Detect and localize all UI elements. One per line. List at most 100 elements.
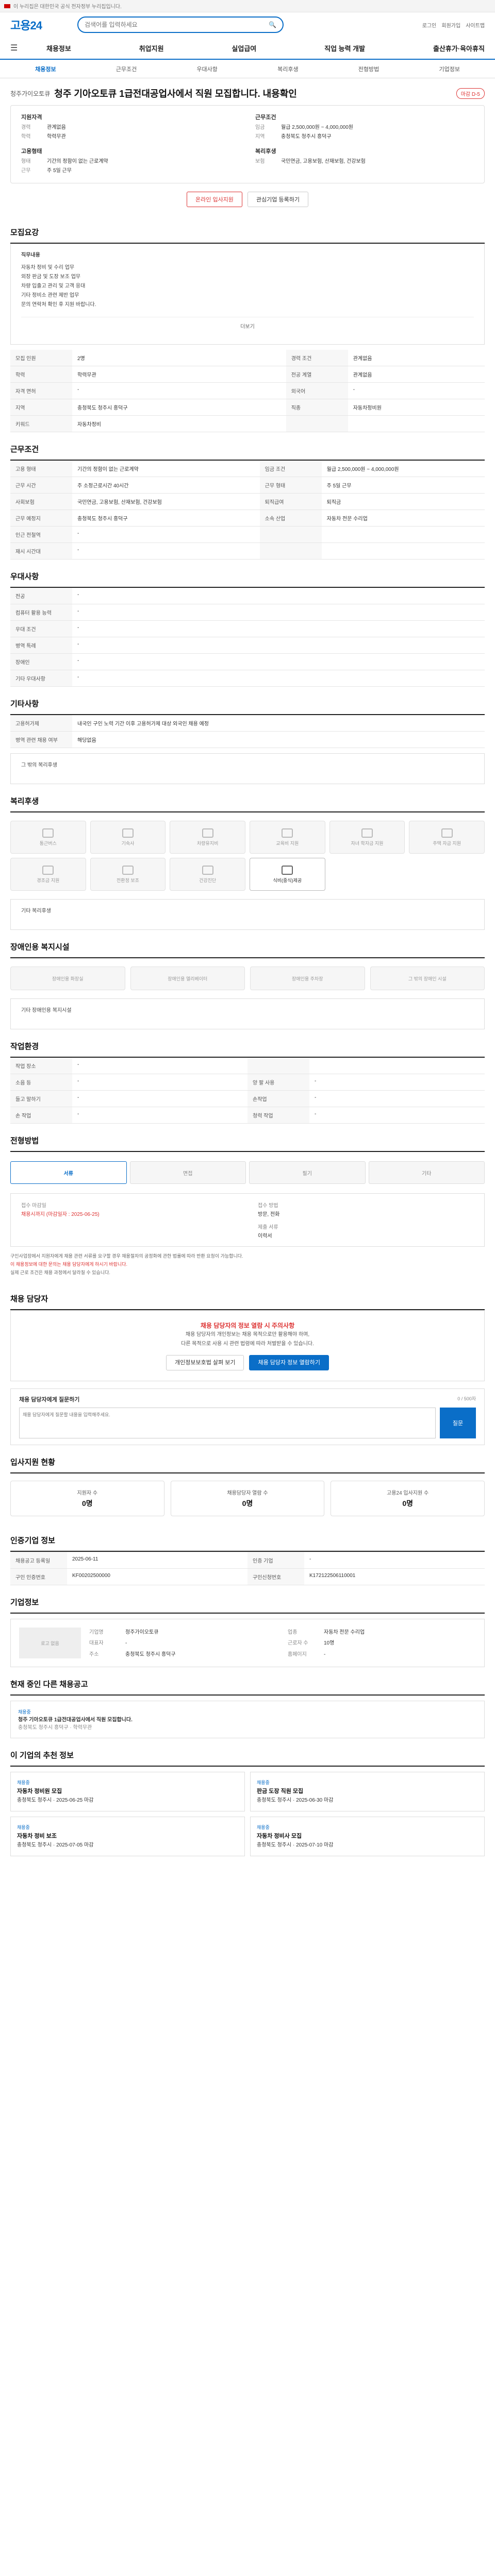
interest-button[interactable]: 관심기업 등록하기 [247, 192, 308, 207]
similar-job-card[interactable]: 채용중 자동차 정비사 모집 충청북도 청주시 · 2025-07-10 마감 [250, 1817, 485, 1856]
table-header-cell: 임금 조건 [259, 461, 322, 477]
recruit-line: 자동차 정비 및 수리 업무 [21, 265, 75, 270]
table-header-cell: 병역 특례 [10, 637, 72, 654]
stat-label: 지원자 수 [77, 1490, 98, 1496]
apply-deadline: 채용시까지 (마감일자 : 2025-06-25) [21, 1212, 100, 1217]
site-logo[interactable]: 고용24 [10, 16, 72, 33]
search-input[interactable] [85, 21, 269, 28]
table-header-cell: 인근 전철역 [10, 526, 72, 543]
stat-card: 고용24 입사지원 수 0명 [331, 1481, 485, 1516]
similar-job-meta: 충청북도 청주시 · 2025-07-10 마감 [257, 1842, 334, 1848]
summary-value: 관계없음 [47, 125, 66, 130]
section-status-title: 입사지원 현황 [10, 1445, 485, 1473]
privacy-law-button[interactable]: 개인정보보호법 살펴 보기 [166, 1355, 244, 1370]
other-job-tag: 채용중 [18, 1709, 31, 1715]
reg-value: - [309, 1556, 311, 1562]
table-cell [348, 415, 485, 432]
similar-job-tag: 채용중 [17, 1780, 30, 1785]
section-contact-title: 채용 담당자 [10, 1282, 485, 1310]
search-icon[interactable]: 🔍 [269, 21, 276, 28]
disability-note: 기타 장애인용 복지시설 [21, 1008, 72, 1013]
table-header-cell: 고용허가제 [10, 715, 72, 732]
more-button[interactable]: 더보기 [21, 317, 474, 337]
table-header-cell [259, 526, 322, 543]
table-header-cell: 전공 계열 [286, 366, 348, 383]
recruit-content-title: 직무내용 [21, 252, 40, 258]
tab-method[interactable]: 전형방법 [328, 65, 409, 73]
table-row: 모집 인원 2명 경력 조건 관계없음 [10, 350, 485, 366]
gov-notice-text: 이 누리집은 대한민국 공식 전자정부 누리집입니다. [13, 4, 122, 10]
table-header-cell: 소속 산업 [259, 510, 322, 527]
table-row: 고용 형태 기간의 정함이 없는 근로계약 임금 조건 월급 2,500,000원 ~… [10, 461, 485, 477]
similar-job-card[interactable]: 채용중 자동차 정비 보조 충청북도 청주시 · 2025-07-05 마감 [10, 1817, 245, 1856]
recruit-line: 문의 연락처 확인 후 지원 바랍니다. [21, 302, 96, 308]
gnb-item[interactable]: 직업 능력 개발 [324, 43, 365, 53]
table-header-cell: 양 팔 사용 [248, 1074, 309, 1091]
summary-key: 근무 [21, 168, 31, 174]
gnb-item[interactable]: 취업지원 [139, 43, 164, 53]
summary-value: 주 5일 근무 [47, 168, 72, 174]
table-row: 전공 - [10, 588, 485, 604]
table-header-cell: 우대 조건 [10, 620, 72, 637]
stat-value: 0명 [402, 1499, 413, 1507]
table-cell: 월급 2,500,000원 ~ 4,000,000원 [321, 461, 485, 477]
gov-notice-bar: 이 누리집은 대한민국 공식 전자정부 누리집입니다. [0, 0, 495, 12]
table-cell: 주 5일 근무 [321, 477, 485, 494]
company-key: 기업명 [89, 1630, 104, 1635]
gnb-item[interactable]: 실업급여 [232, 43, 256, 53]
table-header-cell: 재시 시간대 [10, 543, 72, 560]
question-send-button[interactable]: 질문 [440, 1408, 476, 1438]
similar-job-card[interactable]: 채용중 판금 도장 직원 모집 충청북도 청주시 · 2025-06-30 마감 [250, 1772, 485, 1811]
similar-job-card[interactable]: 채용중 자동차 정비원 모집 충청북도 청주시 · 2025-06-25 마감 [10, 1772, 245, 1811]
apply-key: 접수 마감일 [21, 1203, 46, 1209]
table-header-cell: 학력 [10, 366, 72, 383]
tab-pref[interactable]: 우대사항 [167, 65, 248, 73]
signup-link[interactable]: 회원가입 [441, 21, 460, 29]
table-cell: - [72, 526, 260, 543]
view-contact-button[interactable]: 채용 담당자 정보 열람하기 [249, 1355, 329, 1370]
summary-key: 학력 [21, 134, 31, 140]
reg-value: 2025-06-11 [72, 1556, 98, 1562]
sitemap-link[interactable]: 사이트맵 [466, 21, 485, 29]
tab-welfare[interactable]: 복리후생 [248, 65, 328, 73]
table-cell: 자동차정비원 [348, 399, 485, 416]
question-input[interactable] [19, 1408, 436, 1438]
summary-heading: 고용형태 [21, 148, 42, 155]
login-link[interactable]: 로그인 [422, 21, 437, 29]
table-header-cell: 들고 말하기 [10, 1090, 72, 1107]
welfare-item: 통근버스 [10, 821, 86, 854]
menu-icon[interactable]: ☰ [10, 43, 26, 53]
job-title-row: 청주가이오토큐 청주 기아오토큐 1급전대공업사에서 직원 모집합니다. 내용확… [10, 78, 485, 105]
stat-value: 0명 [81, 1499, 93, 1507]
section-work-title: 근무조건 [10, 432, 485, 461]
tab-corp[interactable]: 기업정보 [409, 65, 490, 73]
summary-corp: 고용형태 형태 기간의 정함이 없는 근로계약 근무 주 5일 근무 [21, 147, 240, 176]
online-apply-button[interactable]: 온라인 입사지원 [187, 192, 242, 207]
table-header-cell: 모집 인원 [10, 350, 72, 366]
table-cell: - [309, 1107, 485, 1124]
table-cell: 충청북도 청주시 흥덕구 [72, 510, 260, 527]
section-corp-title: 기업정보 [10, 1585, 485, 1614]
reg-cell: 구인신청번호 K172122506110001 [248, 1569, 485, 1585]
tab-recruit[interactable]: 채용정보 [5, 65, 86, 73]
table-header-cell: 근무 예정지 [10, 510, 72, 527]
gnb-item[interactable]: 출산휴가·육아휴직 [433, 43, 485, 53]
method-step: 필기 [249, 1161, 366, 1184]
util-links: 로그인 회원가입 사이트맵 [422, 21, 485, 29]
other-job[interactable]: 채용중 청주 기아오토큐 1급전대공업사에서 직원 모집합니다. 충청북도 청주… [10, 1701, 485, 1738]
tab-work[interactable]: 근무조건 [86, 65, 167, 73]
table-cell: 기간의 정함이 없는 근로계약 [72, 461, 260, 477]
gnb-item[interactable]: 채용정보 [46, 43, 71, 53]
table-cell: - [72, 1107, 248, 1124]
table-header-cell: 소음 등 [10, 1074, 72, 1091]
company-field: 업종 자동차 전문 수리업 [288, 1628, 476, 1636]
welfare-item: 교육비 지원 [250, 821, 325, 854]
global-nav: ☰ 채용정보 취업지원 실업급여 직업 능력 개발 출산휴가·육아휴직 [0, 37, 495, 60]
summary-key: 지역 [255, 134, 265, 140]
apply-note: 구인사업장에서 지원자에게 채용 관련 서류를 요구할 경우 채용절차의 공정화… [10, 1253, 243, 1259]
apply-buttons: 온라인 입사지원 관심기업 등록하기 [10, 183, 485, 215]
welfare-label: 통근버스 [39, 840, 57, 846]
table-cell: 충청북도 청주시 흥덕구 [72, 399, 286, 416]
question-head: 채용 담당자에게 질문하기 0 / 500자 [19, 1395, 476, 1403]
table-row: 컴퓨터 활용 능력 - [10, 604, 485, 621]
